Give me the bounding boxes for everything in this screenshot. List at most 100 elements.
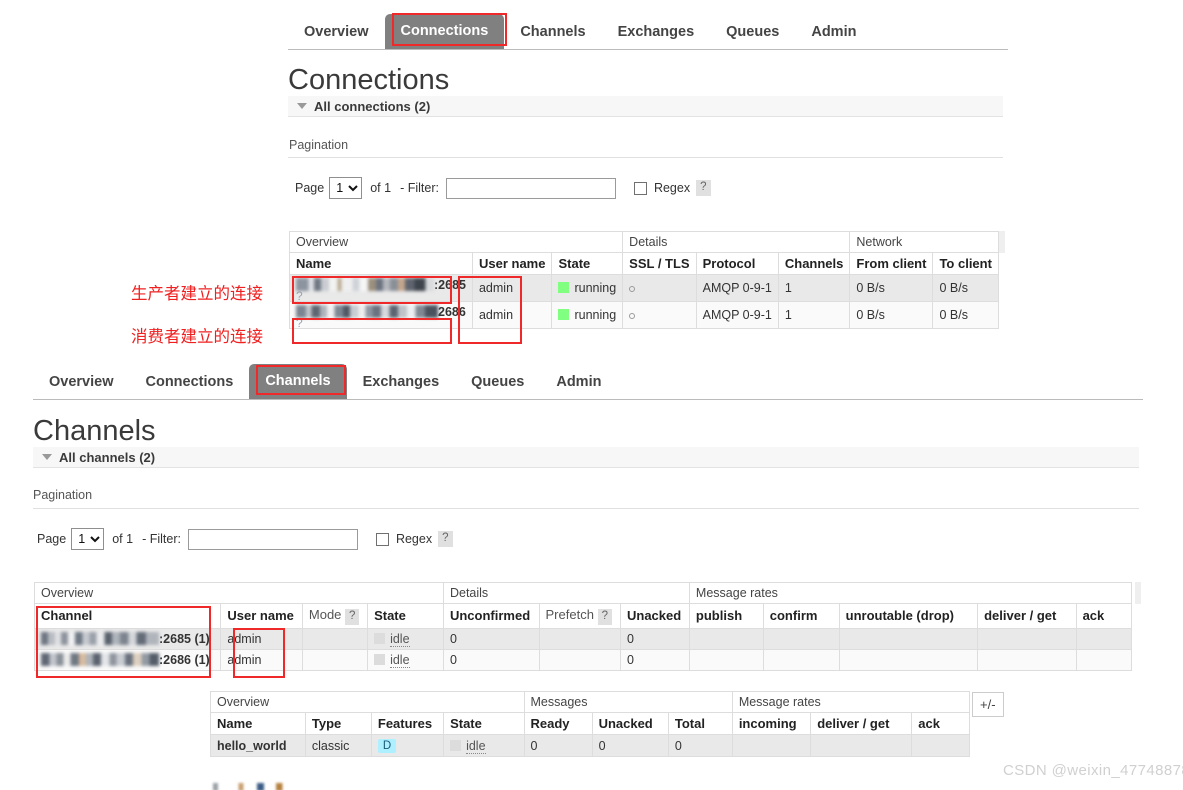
col-to-client[interactable]: To client [932,252,999,275]
queue-total: 0 [667,734,733,757]
chevron-down-icon[interactable] [297,103,307,109]
channel-ack [1075,648,1133,671]
redacted-host-icon [296,305,438,318]
filter-input[interactable] [187,528,358,550]
filter-input[interactable] [445,177,616,199]
regex-help-icon[interactable]: ? [438,531,453,547]
expand-collapse-columns-button[interactable]: +/- [972,692,1004,717]
table-row[interactable]: hello_world classic D idle 0 0 0 [210,734,970,757]
channel-mode [301,648,369,671]
channels-table-scrollbar[interactable] [1135,582,1141,604]
channel-mode [301,627,369,650]
queues-column-header-row: Name Type Features State Ready Unacked T… [210,712,970,735]
col-unacked[interactable]: Unacked [620,603,690,629]
col-unacked[interactable]: Unacked [591,712,669,735]
col-state[interactable]: State [551,252,624,275]
col-unconfirmed[interactable]: Unconfirmed [442,603,540,629]
state-label: idle [466,738,486,754]
tab-admin[interactable]: Admin [540,366,617,400]
regex-checkbox[interactable] [633,181,647,195]
redacted-host-icon [41,652,159,666]
tab-channels[interactable]: Channels [249,363,347,399]
col-features[interactable]: Features [370,712,445,735]
connection-help-icon[interactable]: ? [296,317,466,329]
col-confirm[interactable]: confirm [762,603,840,629]
channel-user-name: admin [220,648,303,671]
col-ready[interactable]: Ready [523,712,593,735]
queue-ack [911,734,970,757]
col-ack[interactable]: ack [911,712,970,735]
all-connections-bar[interactable]: All connections (2) [288,96,1003,117]
tab-channels[interactable]: Channels [504,16,601,50]
table-row[interactable]: 2686 ? admin running AMQP 0-9-1 1 0 B/s … [289,301,999,329]
table-row[interactable]: :2686 (1) admin idle 0 0 [33,648,1133,671]
connection-channels: 1 [777,274,851,302]
col-state[interactable]: State [367,603,444,629]
annotation-producer-connection: 生产者建立的连接 [131,284,263,303]
col-deliver-get[interactable]: deliver / get [810,712,913,735]
mode-help-icon[interactable]: ? [345,609,360,625]
chevron-down-icon[interactable] [42,454,52,460]
page-select[interactable]: 1 [329,177,363,199]
regex-checkbox[interactable] [375,532,389,546]
connections-table-scrollbar[interactable] [999,231,1005,253]
group-network: Network [849,231,999,253]
all-channels-bar[interactable]: All channels (2) [33,447,1139,468]
col-channels[interactable]: Channels [777,252,851,275]
tab-exchanges[interactable]: Exchanges [347,366,456,400]
page-of-label: of 1 [112,532,134,546]
connection-help-icon[interactable]: ? [296,290,466,302]
table-row[interactable]: :2685 ? admin running AMQP 0-9-1 1 0 B/s… [289,274,999,302]
connections-table: Overview Details Network Name User name … [288,231,999,329]
connection-port: :2685 [434,278,466,292]
page-select[interactable]: 1 [71,528,105,550]
tab-overview[interactable]: Overview [33,366,130,400]
tab-connections[interactable]: Connections [130,366,250,400]
col-unroutable[interactable]: unroutable (drop) [838,603,979,629]
status-indicator-icon [374,632,386,644]
connection-protocol: AMQP 0-9-1 [695,301,779,329]
col-type[interactable]: Type [304,712,372,735]
col-incoming[interactable]: incoming [731,712,812,735]
col-protocol[interactable]: Protocol [695,252,779,275]
col-deliver-get[interactable]: deliver / get [977,603,1077,629]
col-publish[interactable]: publish [688,603,764,629]
table-row[interactable]: :2685 (1) admin idle 0 0 [33,627,1133,650]
col-channel[interactable]: Channel [33,603,222,629]
col-name[interactable]: Name [210,712,306,735]
col-from-client[interactable]: From client [849,252,934,275]
col-user-name[interactable]: User name [220,603,303,629]
channel-name-cell[interactable]: :2686 (1) [33,648,222,671]
queue-state: idle [443,734,525,757]
tab-connections[interactable]: Connections [384,13,505,49]
pagination-label-channels: Pagination [33,488,93,502]
col-mode-label: Mode [308,607,342,622]
col-ssl-tls[interactable]: SSL / TLS [622,252,697,275]
regex-help-icon[interactable]: ? [696,180,711,196]
col-prefetch[interactable]: Prefetch ? [538,603,622,629]
col-total[interactable]: Total [667,712,733,735]
pagination-label-connections: Pagination [289,138,349,152]
connection-name-cell[interactable]: 2686 ? [289,301,473,329]
group-message-rates: Message rates [688,582,1133,604]
channel-publish [688,627,764,650]
col-state[interactable]: State [443,712,525,735]
tab-exchanges[interactable]: Exchanges [602,16,711,50]
col-mode[interactable]: Mode ? [301,603,369,629]
col-name[interactable]: Name [289,252,473,275]
state-label: idle [390,631,410,647]
connection-name-cell[interactable]: :2685 ? [289,274,473,302]
tab-label: Connections [400,22,489,39]
tab-queues[interactable]: Queues [455,366,540,400]
channel-publish [688,648,764,671]
tab-queues[interactable]: Queues [710,16,795,50]
tab-admin[interactable]: Admin [795,16,872,50]
channel-name-cell[interactable]: :2685 (1) [33,627,222,650]
tab-overview[interactable]: Overview [288,16,385,50]
queue-name[interactable]: hello_world [210,734,306,757]
connections-nav: Overview Connections Channels Exchanges … [288,10,1008,50]
group-details: Details [442,582,690,604]
prefetch-help-icon[interactable]: ? [597,609,612,625]
col-user-name[interactable]: User name [471,252,553,275]
col-ack[interactable]: ack [1075,603,1133,629]
